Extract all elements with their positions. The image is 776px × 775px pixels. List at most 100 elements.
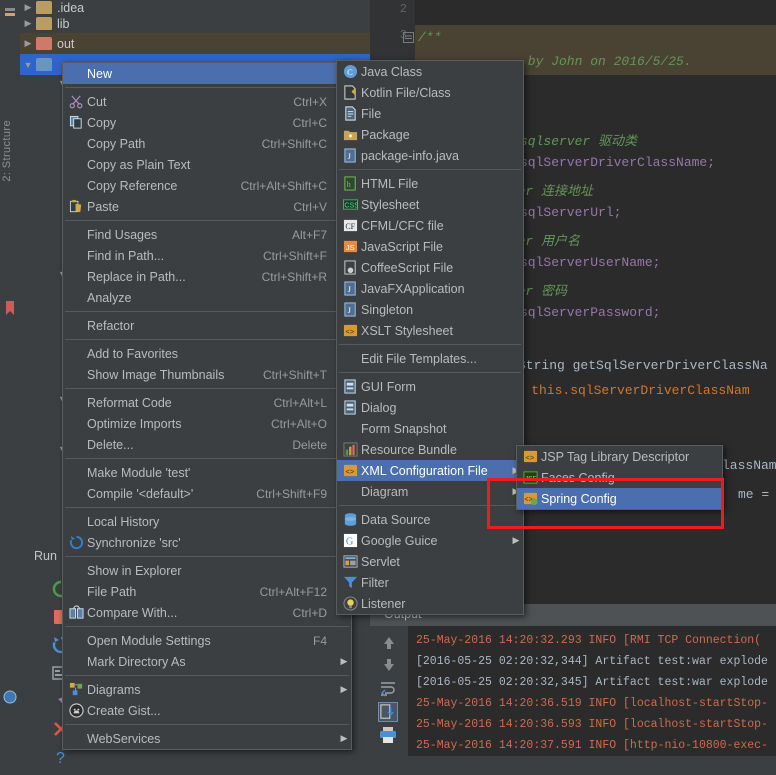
expand-arrow-icon[interactable]: ▶ — [20, 2, 36, 13]
menu-item-compile-default[interactable]: Compile '<default>' Ctrl+Shift+F9 — [63, 483, 351, 504]
new-item-servlet[interactable]: Servlet — [337, 551, 523, 572]
new-item-xml-configuration-file[interactable]: <>XML Configuration File▶ — [337, 460, 523, 481]
menu-item-label: Show Image Thumbnails — [87, 367, 225, 382]
menu-item-synchronize-src[interactable]: Synchronize 'src' — [63, 532, 351, 553]
menu-item-analyze[interactable]: Analyze▶ — [63, 287, 351, 308]
xml-configuration-file-submenu[interactable]: <> JSP Tag Library Descriptor JSF Faces Con… — [516, 445, 723, 510]
cfml-file-icon: CF — [339, 218, 361, 234]
new-item-xslt-stylesheet[interactable]: <> XSLT Stylesheet — [337, 320, 523, 341]
new-item-data-source[interactable]: Data Source — [337, 509, 523, 530]
menu-item-copy[interactable]: Copy Ctrl+C — [63, 112, 351, 133]
menu-item-cut[interactable]: Cut Ctrl+X — [63, 91, 351, 112]
menu-item-label: JavaFXApplication — [361, 281, 465, 296]
new-item-filter[interactable]: Filter — [337, 572, 523, 593]
new-item-cfml-cfc-file[interactable]: CF CFML/CFC file — [337, 215, 523, 236]
up-arrow-icon[interactable] — [380, 634, 398, 652]
new-item-dialog[interactable]: Dialog — [337, 397, 523, 418]
new-item-package[interactable]: Package — [337, 124, 523, 145]
menu-item-shortcut: Ctrl+X — [293, 94, 327, 109]
new-item-diagram[interactable]: Diagram▶ — [337, 481, 523, 502]
new-submenu[interactable]: C Java Class Kotlin File/Class File Package J… — [336, 60, 524, 615]
new-item-kotlin-file-class[interactable]: Kotlin File/Class — [337, 82, 523, 103]
new-item-coffeescript-file[interactable]: CoffeeScript File — [337, 257, 523, 278]
xml-item-spring-config[interactable]: <> Spring Config — [517, 488, 722, 509]
menu-item-copy-path[interactable]: Copy Path Ctrl+Shift+C — [63, 133, 351, 154]
new-item-javafxapplication[interactable]: J JavaFXApplication — [337, 278, 523, 299]
menu-item-make-module-test[interactable]: Make Module 'test' — [63, 462, 351, 483]
menu-item-diagrams[interactable]: Diagrams ▶ — [63, 679, 351, 700]
menu-item-file-path[interactable]: File Path Ctrl+Alt+F12 — [63, 581, 351, 602]
menu-item-label: Refactor — [87, 318, 135, 333]
help-icon[interactable]: ? — [51, 747, 73, 769]
context-menu[interactable]: New▶ CutCtrl+XCopyCtrl+CCopy PathCtrl+Shi… — [62, 62, 352, 750]
output-tool-window[interactable]: Output 25-May-2016 14:20: — [370, 604, 776, 756]
menu-item-delete[interactable]: Delete... Delete — [63, 434, 351, 455]
new-item-gui-form[interactable]: GUI Form — [337, 376, 523, 397]
menu-item-label: New — [87, 66, 113, 81]
menu-item-compare-with[interactable]: Compare With... Ctrl+D — [63, 602, 351, 623]
menu-item-copy-reference[interactable]: Copy Reference Ctrl+Alt+Shift+C — [63, 175, 351, 196]
structure-tool-tab[interactable]: 2: Structure — [1, 120, 19, 182]
new-item-form-snapshot[interactable]: Form Snapshot — [337, 418, 523, 439]
menu-item-open-module-settings[interactable]: Open Module Settings F4 — [63, 630, 351, 651]
new-item-package-info-java[interactable]: Jpackage-info.java — [337, 145, 523, 166]
new-item-html-file[interactable]: h HTML File — [337, 173, 523, 194]
menu-item-refactor[interactable]: Refactor▶ — [63, 315, 351, 336]
xml-item-faces-config[interactable]: JSF Faces Config — [517, 467, 722, 488]
tree-row-out[interactable]: ▶ out — [20, 33, 370, 54]
menu-item-webservices[interactable]: WebServices ▶ — [63, 728, 351, 749]
menu-item-copy-as-plain-text[interactable]: Copy as Plain Text — [63, 154, 351, 175]
print-icon[interactable] — [379, 726, 397, 744]
menu-item-paste[interactable]: Paste Ctrl+V — [63, 196, 351, 217]
new-item-resource-bundle[interactable]: Resource Bundle — [337, 439, 523, 460]
menu-item-add-to-favorites[interactable]: Add to Favorites▶ — [63, 343, 351, 364]
xml-item-jsp-tag-library-descriptor[interactable]: <> JSP Tag Library Descriptor — [517, 446, 722, 467]
menu-item-create-gist[interactable]: Create Gist... — [63, 700, 351, 721]
left-tool-strip: 2: Structure — [0, 0, 21, 756]
menu-item-reformat-code[interactable]: Reformat Code Ctrl+Alt+L — [63, 392, 351, 413]
menu-item-new[interactable]: New▶ — [63, 63, 351, 84]
code-fold-icon[interactable] — [403, 32, 414, 43]
bookmark-icon[interactable] — [3, 300, 17, 315]
expand-arrow-icon[interactable]: ▶ — [20, 38, 36, 49]
menu-item-mark-directory-as[interactable]: Mark Directory As ▶ — [63, 651, 351, 672]
soft-wrap-icon[interactable] — [379, 680, 397, 698]
menu-item-find-usages[interactable]: Find Usages Alt+F7 — [63, 224, 351, 245]
collapse-arrow-icon[interactable]: ▼ — [20, 60, 36, 70]
new-item-file[interactable]: File — [337, 103, 523, 124]
menu-item-find-in-path[interactable]: Find in Path... Ctrl+Shift+F — [63, 245, 351, 266]
new-item-listener[interactable]: Listener — [337, 593, 523, 614]
svg-text:CF: CF — [345, 222, 355, 231]
new-item-singleton[interactable]: J Singleton — [337, 299, 523, 320]
menu-item-local-history[interactable]: Local History▶ — [63, 511, 351, 532]
menu-item-replace-in-path[interactable]: Replace in Path... Ctrl+Shift+R — [63, 266, 351, 287]
new-item-stylesheet[interactable]: CSS Stylesheet — [337, 194, 523, 215]
code-line: sqlServerUrl; — [520, 205, 622, 220]
new-item-javascript-file[interactable]: JS JavaScript File — [337, 236, 523, 257]
tree-row-lib[interactable]: ▶ lib — [20, 13, 370, 34]
output-toolbar[interactable] — [370, 626, 409, 756]
menu-item-label: Faces Config — [541, 470, 615, 485]
new-item-edit-file-templates[interactable]: Edit File Templates... — [337, 348, 523, 369]
minimize-icon[interactable] — [3, 6, 17, 20]
package-icon — [339, 127, 361, 143]
menu-item-show-in-explorer[interactable]: Show in Explorer — [63, 560, 351, 581]
output-console[interactable]: 25-May-2016 14:20:32.293 INFO [RMI TCP C… — [370, 626, 776, 756]
expand-arrow-icon[interactable]: ▶ — [20, 18, 36, 29]
run-tool-title: Run — [34, 549, 57, 563]
scroll-end-icon[interactable] — [378, 702, 398, 722]
down-arrow-icon[interactable] — [380, 656, 398, 674]
singleton-icon: J — [339, 302, 361, 318]
menu-item-show-image-thumbnails[interactable]: Show Image Thumbnails Ctrl+Shift+T — [63, 364, 351, 385]
copy-icon — [65, 115, 87, 131]
menu-item-optimize-imports[interactable]: Optimize Imports Ctrl+Alt+O — [63, 413, 351, 434]
folder-icon — [36, 37, 52, 50]
code-line: String getSqlServerDriverClassNa — [518, 358, 768, 373]
menu-item-label: Singleton — [361, 302, 414, 317]
no-icon — [339, 484, 361, 500]
menu-item-label: Dialog — [361, 400, 397, 415]
new-item-google-guice[interactable]: G Google Guice ▶ — [337, 530, 523, 551]
new-item-java-class[interactable]: C Java Class — [337, 61, 523, 82]
web-icon[interactable] — [3, 690, 17, 704]
menu-item-label: JSP Tag Library Descriptor — [541, 449, 690, 464]
